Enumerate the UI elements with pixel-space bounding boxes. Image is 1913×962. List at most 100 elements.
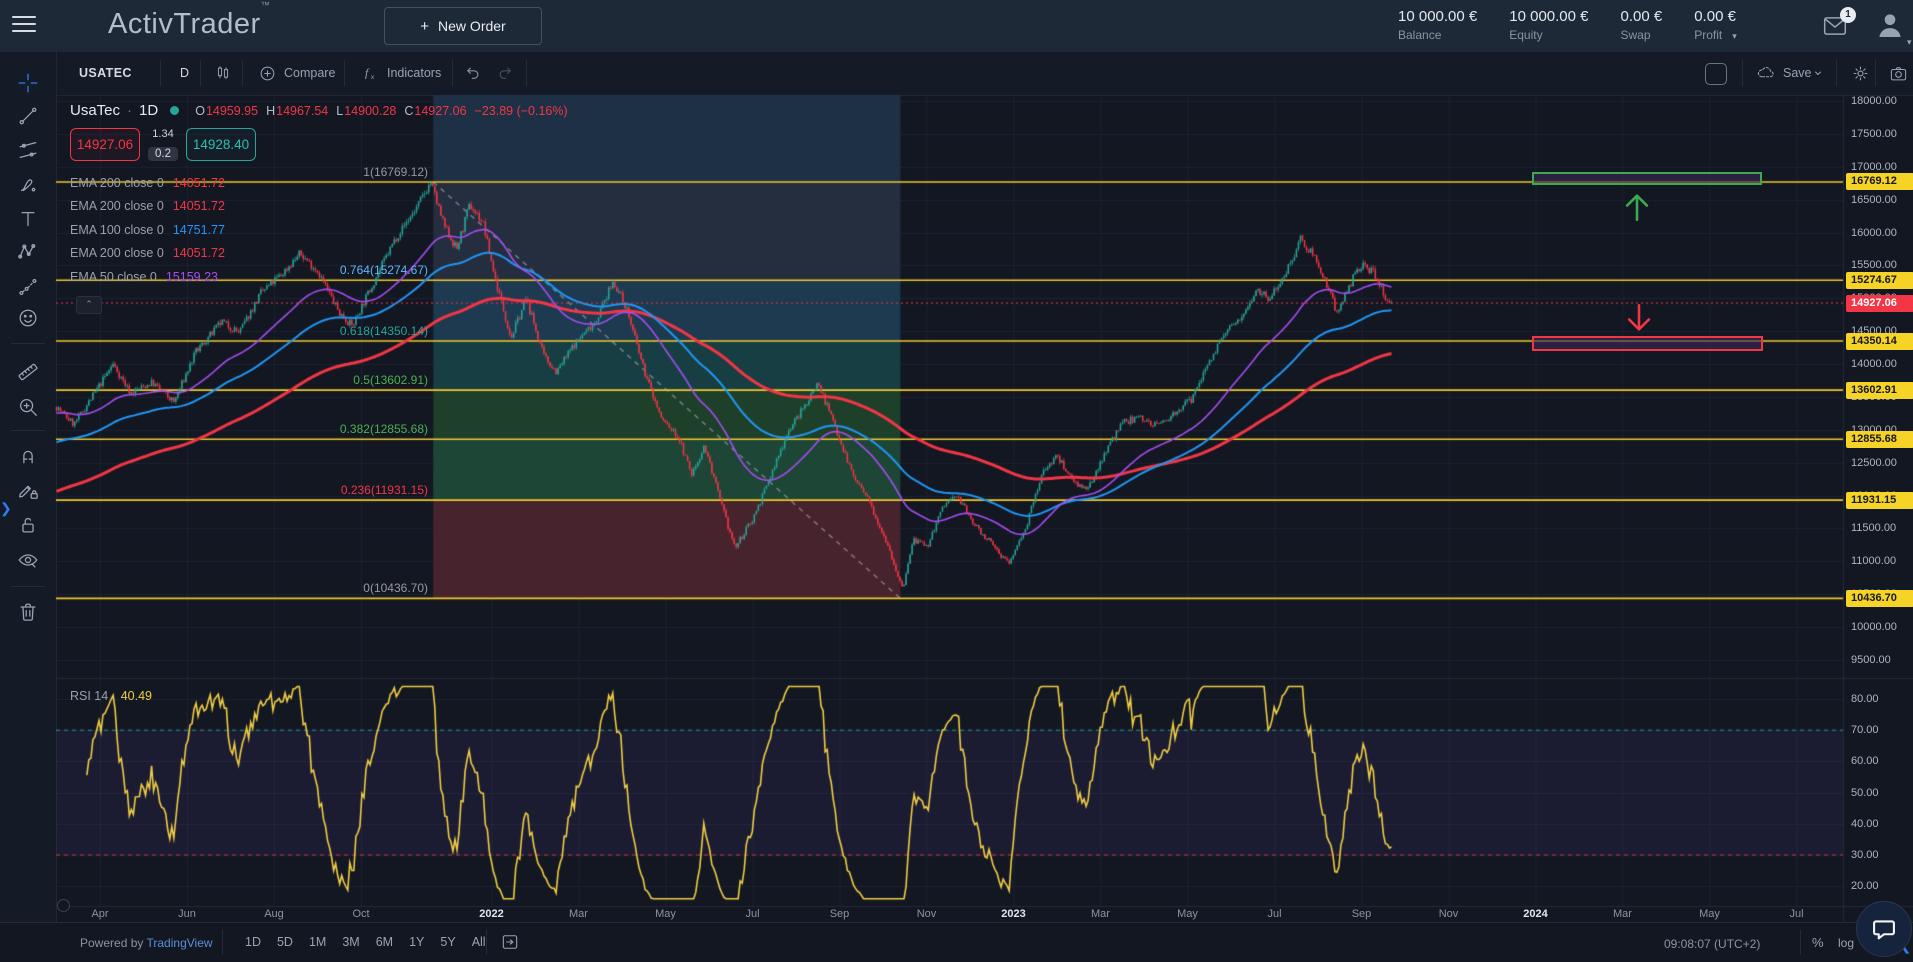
rsi-legend[interactable]: RSI 14 40.49 bbox=[70, 689, 152, 703]
fib-price-label: 13602.91 bbox=[1846, 382, 1913, 399]
fib-price-label: 14350.14 bbox=[1846, 333, 1913, 350]
time-tick: 2022 bbox=[460, 908, 524, 920]
price-tick: 11000.00 bbox=[1851, 555, 1896, 567]
range-1Y[interactable]: 1Y bbox=[401, 930, 432, 954]
time-tick: Mar bbox=[1069, 908, 1133, 920]
rsi-tick: 20.00 bbox=[1851, 880, 1879, 892]
fib-ratio-label: 0(10436.70) bbox=[56, 581, 428, 595]
down-arrow-icon bbox=[1622, 301, 1656, 340]
time-tick: Nov bbox=[1417, 908, 1481, 920]
time-tick: May bbox=[1156, 908, 1220, 920]
indicator-row[interactable]: EMA 200 close 0 14051.72 bbox=[70, 195, 568, 219]
chart-symbol[interactable]: UsaTec bbox=[70, 102, 120, 119]
current-price-label: 14927.06 bbox=[1846, 295, 1913, 312]
range-1M[interactable]: 1M bbox=[301, 930, 334, 954]
chart-legend: UsaTec · 1D O14959.95H14967.54L14900.28C… bbox=[70, 102, 568, 289]
range-buttons: 1D5D1M3M6M1Y5YAll bbox=[237, 930, 494, 954]
indicator-legend: EMA 200 close 0 14051.72 EMA 200 close 0… bbox=[70, 171, 568, 289]
fib-price-label: 16769.12 bbox=[1846, 173, 1913, 190]
time-tick: May bbox=[1678, 908, 1742, 920]
range-5Y[interactable]: 5Y bbox=[432, 930, 463, 954]
fib-price-label: 10436.70 bbox=[1846, 590, 1913, 607]
time-tick: Sep bbox=[808, 908, 872, 920]
time-tick: Apr bbox=[68, 908, 132, 920]
fib-ratio-label: 0.236(11931.15) bbox=[56, 483, 428, 497]
price-tick: 10000.00 bbox=[1851, 621, 1897, 633]
price-tick: 14000.00 bbox=[1851, 358, 1897, 370]
time-tick: Nov bbox=[895, 908, 959, 920]
price-tick: 16000.00 bbox=[1851, 227, 1897, 239]
time-tick: Jul bbox=[721, 908, 785, 920]
rsi-tick: 70.00 bbox=[1851, 724, 1879, 736]
rsi-tick: 60.00 bbox=[1851, 755, 1879, 767]
time-tick: Jul bbox=[1765, 908, 1829, 920]
price-tick: 11500.00 bbox=[1851, 522, 1896, 534]
legend-collapse-button[interactable]: ⌃ bbox=[76, 296, 102, 314]
price-tick: 12500.00 bbox=[1851, 457, 1897, 469]
price-tick: 17500.00 bbox=[1851, 128, 1897, 140]
indicator-row[interactable]: EMA 50 close 0 15159.23 bbox=[70, 265, 568, 289]
up-arrow-icon bbox=[1620, 190, 1654, 229]
price-tick: 16500.00 bbox=[1851, 194, 1897, 206]
go-to-date-icon[interactable] bbox=[500, 932, 520, 957]
time-tick: Mar bbox=[1591, 908, 1655, 920]
activtrader-app: ActivTrader™ +New Order 10 000.00 € Bala… bbox=[0, 0, 1913, 962]
rsi-tick: 50.00 bbox=[1851, 787, 1879, 799]
divider bbox=[1800, 930, 1801, 955]
percent-scale-toggle[interactable]: % bbox=[1812, 935, 1824, 950]
log-scale-toggle[interactable]: log bbox=[1838, 936, 1854, 950]
time-tick: Oct bbox=[329, 908, 393, 920]
ohlc-item: H14967.54 bbox=[266, 104, 328, 118]
indicator-row[interactable]: EMA 200 close 0 14051.72 bbox=[70, 242, 568, 266]
divider bbox=[222, 930, 223, 955]
indicator-row[interactable]: EMA 100 close 0 14751.77 bbox=[70, 218, 568, 242]
price-tick: 17000.00 bbox=[1851, 161, 1897, 173]
pane-resize-handle[interactable] bbox=[57, 899, 70, 912]
range-5D[interactable]: 5D bbox=[269, 930, 301, 954]
powered-by: Powered by TradingView bbox=[80, 936, 213, 950]
quote-row: 14927.06 1.34 0.2 14928.40 bbox=[70, 128, 568, 161]
spread-high: 1.34 bbox=[152, 128, 173, 141]
time-tick: 2024 bbox=[1504, 908, 1568, 920]
price-tick: 9500.00 bbox=[1851, 654, 1891, 666]
time-tick: Jul bbox=[1243, 908, 1307, 920]
range-3M[interactable]: 3M bbox=[334, 930, 367, 954]
ohlc-item: O14959.95 bbox=[195, 104, 258, 118]
sell-button[interactable]: 14927.06 bbox=[70, 128, 140, 161]
time-tick: Mar bbox=[547, 908, 611, 920]
fib-ratio-label: 0.5(13602.91) bbox=[56, 373, 428, 387]
fib-ratio-label: 0.382(12855.68) bbox=[56, 422, 428, 436]
price-tick: 18000.00 bbox=[1851, 95, 1897, 107]
supply-zone[interactable] bbox=[1532, 172, 1762, 185]
divider bbox=[486, 930, 487, 955]
chat-button[interactable] bbox=[1856, 901, 1912, 957]
change-value: −23.89 (−0.16%) bbox=[475, 104, 568, 118]
ohlc-item: L14900.28 bbox=[336, 104, 396, 118]
spread-widget: 1.34 0.2 bbox=[143, 128, 183, 161]
rsi-tick: 80.00 bbox=[1851, 693, 1879, 705]
spread-value: 0.2 bbox=[148, 147, 178, 161]
range-All[interactable]: All bbox=[464, 930, 494, 954]
rsi-tick: 30.00 bbox=[1851, 849, 1879, 861]
time-tick: Sep bbox=[1330, 908, 1394, 920]
chart-title-row: UsaTec · 1D O14959.95H14967.54L14900.28C… bbox=[70, 102, 568, 119]
range-1D[interactable]: 1D bbox=[237, 930, 269, 954]
price-tick: 15500.00 bbox=[1851, 259, 1897, 271]
indicator-row[interactable]: EMA 200 close 0 14051.72 bbox=[70, 171, 568, 195]
fib-price-label: 12855.68 bbox=[1846, 431, 1913, 448]
footer: Powered by TradingView 1D5D1M3M6M1Y5YAll… bbox=[0, 922, 1913, 962]
time-tick: 2023 bbox=[982, 908, 1046, 920]
time-tick: Aug bbox=[242, 908, 306, 920]
time-tick: May bbox=[634, 908, 698, 920]
market-status-icon bbox=[170, 106, 179, 115]
clock: 09:08:07 (UTC+2) bbox=[1664, 937, 1760, 951]
range-6M[interactable]: 6M bbox=[368, 930, 401, 954]
fib-price-label: 11931.15 bbox=[1846, 492, 1913, 509]
buy-button[interactable]: 14928.40 bbox=[186, 128, 256, 161]
fib-price-label: 15274.67 bbox=[1846, 272, 1913, 289]
ohlc-values: O14959.95H14967.54L14900.28C14927.06 bbox=[195, 104, 466, 118]
tradingview-link[interactable]: TradingView bbox=[147, 936, 213, 950]
chart-interval: 1D bbox=[139, 102, 158, 119]
fib-ratio-label: 0.618(14350.14) bbox=[56, 324, 428, 338]
panel-expand-chevron[interactable]: ❯ bbox=[0, 500, 12, 517]
